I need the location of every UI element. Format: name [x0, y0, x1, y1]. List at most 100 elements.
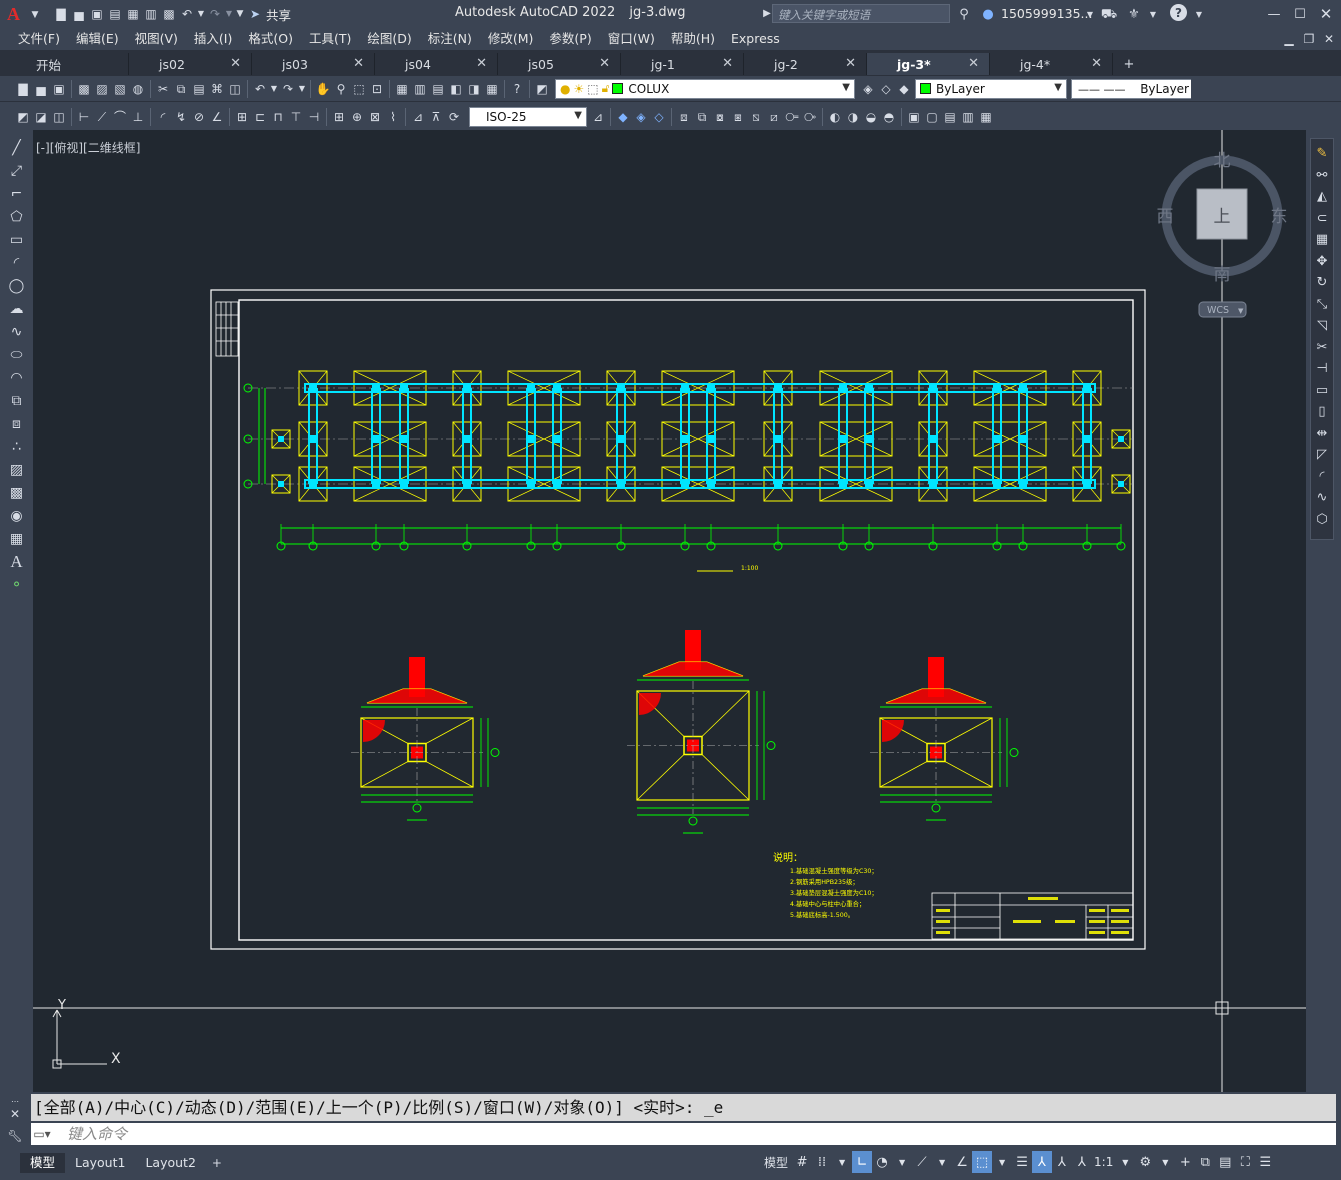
cut-icon[interactable]: ✂ [154, 79, 172, 99]
layer-tool-a-icon[interactable]: ◩ [14, 107, 32, 127]
hardware-acceleration-icon[interactable]: ▤ [1215, 1151, 1235, 1173]
help-dropdown-icon[interactable]: ▼ [1190, 5, 1208, 25]
doc-close-icon[interactable]: ✕ [1320, 29, 1338, 49]
region-icon[interactable]: ◉ [6, 505, 28, 526]
quick-dim-icon[interactable]: ⊞ [233, 107, 251, 127]
make-current-layer-icon[interactable]: ◈ [859, 79, 877, 99]
paste-icon[interactable]: ▤ [190, 79, 208, 99]
share-button-label[interactable]: 共享 [266, 5, 291, 24]
layer-viewport-icon[interactable]: ⬚ [587, 82, 598, 96]
line-icon[interactable]: ╱ [6, 137, 28, 158]
color-dropdown-icon[interactable]: ▼ [1054, 82, 1062, 93]
solid-c-icon[interactable]: ◒ [862, 107, 880, 127]
close-icon[interactable]: ✕ [1316, 4, 1336, 24]
help-icon[interactable]: ? [1170, 4, 1187, 21]
design-center-icon[interactable]: ▥ [411, 79, 429, 99]
cart-icon[interactable]: ⛟ [1099, 4, 1119, 24]
angular-dim-icon[interactable]: ∠ [208, 107, 226, 127]
add-layout-icon[interactable]: + [208, 1153, 226, 1173]
layer-properties-icon[interactable]: ◩ [533, 79, 551, 99]
rotate-icon[interactable]: ↻ [1312, 272, 1332, 294]
diameter-dim-icon[interactable]: ⊘ [190, 107, 208, 127]
undo-icon[interactable]: ↶ [178, 4, 196, 24]
publish-icon[interactable]: ▧ [111, 79, 129, 99]
close-tab-icon[interactable]: ✕ [1091, 56, 1102, 71]
doc-tab-8[interactable]: jg-4* ✕ [990, 53, 1113, 75]
open-from-web-icon[interactable]: ▦ [124, 4, 142, 24]
color-control[interactable]: ByLayer ▼ [915, 78, 1067, 99]
menu-item-4[interactable]: 格式(O) [240, 28, 301, 50]
doc-tab-4[interactable]: js05 ✕ [498, 53, 621, 75]
menu-item-7[interactable]: 标注(N) [420, 28, 480, 50]
close-tab-icon[interactable]: ✕ [353, 56, 364, 71]
app-logo-icon[interactable]: A [7, 4, 20, 24]
menu-item-11[interactable]: 帮助(H) [663, 28, 723, 50]
menu-item-10[interactable]: 窗口(W) [600, 28, 663, 50]
annotation-monitor-icon[interactable]: + [1175, 1151, 1195, 1173]
close-tab-icon[interactable]: ✕ [722, 56, 733, 71]
center-mark-icon[interactable]: ⊕ [348, 107, 366, 127]
viewcube-north-label[interactable]: 北 [1214, 151, 1231, 171]
jogged-dim-icon[interactable]: ↯ [172, 107, 190, 127]
ellipse-icon[interactable]: ⬭ [6, 344, 28, 365]
explode-icon[interactable]: ⬡ [1312, 509, 1332, 531]
viewcube-top-label[interactable]: 上 [1214, 207, 1231, 227]
calculator-icon[interactable]: ▦ [483, 79, 501, 99]
print-preview-icon[interactable]: ▨ [93, 79, 111, 99]
customize-status-icon[interactable]: ☰ [1255, 1151, 1275, 1173]
copy-object-icon[interactable]: ⚯ [1312, 165, 1332, 187]
customize-qat-icon[interactable]: ▼ [234, 4, 246, 24]
redo-dropdown-icon[interactable]: ▼ [224, 4, 234, 24]
layer-tool-c-icon[interactable]: ◫ [50, 107, 68, 127]
autodesk-icon[interactable]: ⚜ [1124, 4, 1144, 24]
user-dropdown-icon[interactable]: ▼ [1081, 5, 1099, 25]
save-as-icon[interactable]: ▤ [106, 4, 124, 24]
save-icon[interactable]: ▣ [88, 4, 106, 24]
doc-tab-2[interactable]: js03 ✕ [252, 53, 375, 75]
osnap-dropdown-icon[interactable]: ▼ [992, 1151, 1012, 1173]
viewcube-east-label[interactable]: 东 [1271, 207, 1288, 227]
construction-line-icon[interactable]: ⤢ [6, 160, 28, 181]
continue-dim-icon[interactable]: ⊓ [269, 107, 287, 127]
wcs-label[interactable]: WCS [1207, 305, 1229, 316]
layer-tool-b-icon[interactable]: ◪ [32, 107, 50, 127]
move-icon[interactable]: ✥ [1312, 251, 1332, 273]
menu-item-12[interactable]: Express [723, 28, 788, 50]
view-c-icon[interactable]: ▤ [941, 107, 959, 127]
gradient-icon[interactable]: ▩ [6, 482, 28, 503]
layer-lock-icon[interactable]: 🔓︎ [602, 81, 610, 96]
array-icon[interactable]: ▦ [1312, 229, 1332, 251]
app-menu-chevron-icon[interactable]: ▼ [26, 5, 44, 25]
arc-icon[interactable]: ◜ [6, 252, 28, 273]
snap-mode-icon[interactable]: ⁞⁞ [812, 1151, 832, 1173]
layer-freeze-icon[interactable]: ☀ [573, 82, 584, 96]
zoom-previous-icon[interactable]: ⊡ [368, 79, 386, 99]
menu-item-0[interactable]: 文件(F) [10, 28, 68, 50]
isolate-objects-icon[interactable]: ⧉ [1195, 1151, 1215, 1173]
table-icon[interactable]: ▦ [6, 528, 28, 549]
wcs-dropdown-icon[interactable]: ▼ [1238, 307, 1244, 315]
ortho-mode-icon[interactable]: ∟ [852, 1151, 873, 1173]
workspace-gear-icon[interactable]: ⚙ [1135, 1151, 1155, 1173]
search-input[interactable]: 键入关键字或短语 [772, 4, 950, 23]
close-tab-icon[interactable]: ✕ [968, 56, 979, 71]
doc-tab-1[interactable]: js02 ✕ [129, 53, 252, 75]
isodraft-icon[interactable]: ⟋ [912, 1151, 932, 1173]
layout-tab-1[interactable]: Layout1 [65, 1153, 135, 1173]
layout-tab-2[interactable]: Layout2 [135, 1153, 205, 1173]
drawing-canvas[interactable]: [-][俯视][二维线框] 1:100 说明： 1.基础混凝土强度等级为C30；… [33, 130, 1306, 1092]
make-block-icon[interactable]: ⧈ [6, 413, 28, 434]
annotation-scale-dropdown-icon[interactable]: ▼ [1115, 1151, 1135, 1173]
modify-g-icon[interactable]: ⧃ [783, 107, 801, 127]
ellipse-arc-icon[interactable]: ◠ [6, 367, 28, 388]
modify-c-icon[interactable]: ⧇ [711, 107, 729, 127]
polygon-icon[interactable]: ⬠ [6, 206, 28, 227]
blend-curves-icon[interactable]: ∿ [1312, 487, 1332, 509]
model-space-button[interactable]: 模型 [760, 1151, 792, 1173]
tolerance-icon[interactable]: ⊞ [330, 107, 348, 127]
close-tab-icon[interactable]: ✕ [476, 56, 487, 71]
redo-tool-icon[interactable]: ↷ [279, 79, 297, 99]
zoom-realtime-icon[interactable]: ⚲ [332, 79, 350, 99]
new-icon[interactable]: ▇ [52, 4, 70, 24]
dim-space-icon[interactable]: ⊤ [287, 107, 305, 127]
